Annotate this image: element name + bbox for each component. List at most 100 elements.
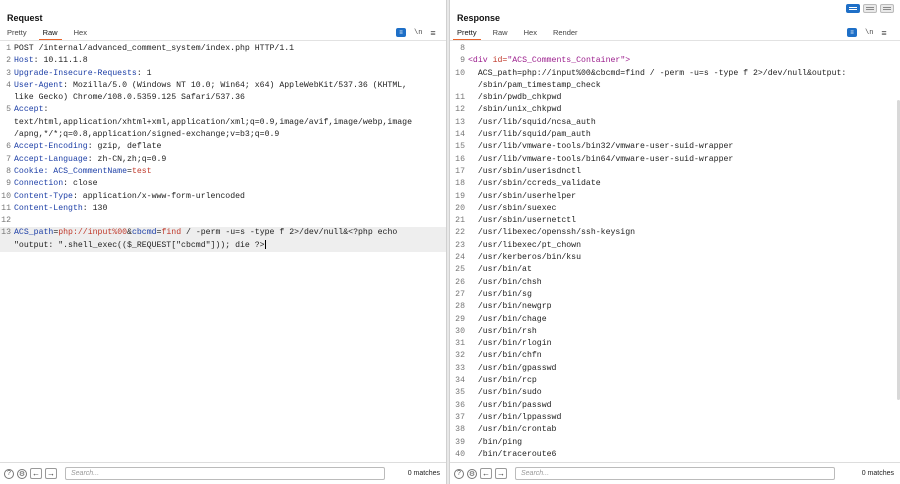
- code-text: /usr/libexec/openssh/ssh-keysign: [468, 227, 635, 239]
- line-number: 40: [455, 449, 465, 459]
- code-token: "ACS_Comments_Container": [507, 56, 626, 66]
- code-token: / -perm -u=s -type f 2>/dev/null&<?php e…: [181, 228, 398, 238]
- response-editor[interactable]: 8 9 <div id="ACS_Comments_Container"> 10 AC…: [454, 43, 900, 461]
- code-token: : gzip, deflate: [87, 142, 162, 152]
- code-token: /sbin/pwdb_chkpwd: [468, 93, 562, 103]
- line-number: 32: [455, 351, 465, 361]
- line-number: 2: [6, 56, 11, 66]
- code-text: /usr/lib/vmware-tools/bin64/vmware-user-…: [468, 154, 734, 166]
- code-line: 18 /usr/sbin/ccreds_validate: [454, 178, 900, 190]
- layout-tabs-icon[interactable]: [880, 4, 894, 13]
- line-number: 24: [455, 253, 465, 263]
- code-line: 19 /usr/sbin/userhelper: [454, 191, 900, 203]
- code-text: User-Agent: Mozilla/5.0 (Windows NT 10.0…: [14, 80, 407, 92]
- help-icon[interactable]: ?: [454, 468, 464, 479]
- line-number: 35: [455, 388, 465, 398]
- code-text: Accept:: [14, 104, 48, 116]
- code-token: /apng,*/*;q=0.8,application/signed-excha…: [14, 130, 280, 140]
- code-line: 23 /usr/libexec/pt_chown: [454, 240, 900, 252]
- code-line: 39 /bin/ping: [454, 437, 900, 449]
- line-number: 14: [455, 130, 465, 140]
- request-newline-toggle[interactable]: \n: [414, 29, 422, 37]
- request-editor[interactable]: 1 POST /internal/advanced_comment_system/…: [0, 43, 446, 253]
- line-number: 17: [455, 166, 465, 176]
- code-text: <div id="ACS_Comments_Container">: [468, 55, 630, 67]
- help-icon[interactable]: ?: [4, 468, 14, 479]
- prev-match-icon[interactable]: ←: [480, 468, 492, 479]
- code-token: /usr/sbin/ccreds_validate: [468, 179, 601, 189]
- code-text: /sbin/pwdb_chkpwd: [468, 92, 562, 104]
- code-token: Accept-Encoding: [14, 142, 88, 152]
- response-menu-icon[interactable]: ≡: [881, 28, 886, 37]
- code-text: /usr/bin/rsh: [468, 326, 537, 338]
- response-wrap-toggle-icon[interactable]: ≡: [847, 28, 857, 37]
- line-number: 34: [455, 376, 465, 386]
- code-text: /usr/sbin/suexec: [468, 203, 557, 215]
- code-line: like Gecko) Chrome/108.0.5359.125 Safari…: [0, 92, 446, 104]
- line-number: 12: [1, 216, 11, 226]
- request-wrap-toggle-icon[interactable]: ≡: [396, 28, 406, 37]
- request-title: Request: [7, 13, 43, 23]
- code-line: 29 /usr/bin/chage: [454, 314, 900, 326]
- code-line: 28 /usr/bin/newgrp: [454, 301, 900, 313]
- code-line: 24 /usr/kerberos/bin/ksu: [454, 252, 900, 264]
- line-number: 18: [455, 179, 465, 189]
- line-number: 12: [455, 105, 465, 115]
- line-number: [454, 80, 468, 92]
- settings-gear-icon[interactable]: ⚙: [467, 468, 477, 479]
- layout-stacked-icon[interactable]: [863, 4, 877, 13]
- code-token: : Mozilla/5.0 (Windows NT 10.0; Win64; x…: [63, 80, 408, 90]
- code-line: 4 User-Agent: Mozilla/5.0 (Windows NT 10.…: [0, 80, 446, 92]
- layout-side-by-side-icon[interactable]: [846, 4, 860, 13]
- code-line: 20 /usr/sbin/suexec: [454, 203, 900, 215]
- line-number: 10: [455, 68, 465, 78]
- code-text: /usr/sbin/userisdnctl: [468, 166, 581, 178]
- code-text: Content-Type: application/x-www-form-url…: [14, 191, 245, 203]
- code-token: text/html,application/xhtml+xml,applicat…: [14, 117, 412, 127]
- code-line: 22 /usr/libexec/openssh/ssh-keysign: [454, 227, 900, 239]
- line-number: 26: [455, 277, 465, 287]
- request-search-input[interactable]: Search...: [65, 467, 385, 480]
- request-menu-icon[interactable]: ≡: [430, 28, 435, 37]
- line-number: 13: [455, 117, 465, 127]
- next-match-icon[interactable]: →: [495, 468, 507, 479]
- code-line: 31 /usr/bin/rlogin: [454, 338, 900, 350]
- code-line: 21 /usr/sbin/usernetctl: [454, 215, 900, 227]
- code-token: /usr/bin/gpasswd: [468, 363, 557, 373]
- code-line: 37 /usr/bin/lppasswd: [454, 412, 900, 424]
- line-number: 8: [6, 166, 11, 176]
- line-number: 37: [455, 412, 465, 422]
- line-number: 4: [6, 80, 11, 90]
- code-token: /usr/sbin/userisdnctl: [468, 166, 582, 176]
- code-line: 36 /usr/bin/passwd: [454, 400, 900, 412]
- response-tabs-divider: [450, 40, 900, 41]
- code-token: Content-Length: [14, 203, 83, 213]
- code-token: : application/x-www-form-urlencoded: [72, 191, 245, 201]
- settings-gear-icon[interactable]: ⚙: [17, 468, 27, 479]
- code-token: /usr/bin/lppasswd: [468, 412, 562, 422]
- response-newline-toggle[interactable]: \n: [865, 29, 873, 37]
- code-line: 14 /usr/lib/squid/pam_auth: [454, 129, 900, 141]
- code-line: 12: [0, 215, 446, 227]
- code-text: /usr/sbin/userhelper: [468, 191, 576, 203]
- code-token: : ACS_CommentName: [43, 166, 128, 176]
- code-token: /usr/lib/vmware-tools/bin64/vmware-user-…: [468, 154, 734, 164]
- next-match-icon[interactable]: →: [45, 468, 57, 479]
- code-text: /usr/bin/chsh: [468, 277, 542, 289]
- line-number: 38: [455, 425, 465, 435]
- prev-match-icon[interactable]: ←: [30, 468, 42, 479]
- code-token: POST /internal/advanced_comment_system/i…: [14, 44, 295, 53]
- code-token: /usr/bin/chage: [468, 314, 547, 324]
- code-token: /usr/sbin/usernetctl: [468, 216, 577, 226]
- code-text: /usr/libexec/pt_chown: [468, 240, 581, 252]
- response-search-input[interactable]: Search...: [515, 467, 835, 480]
- code-token: /usr/bin/rlogin: [468, 339, 552, 349]
- code-token: /usr/bin/chfn: [468, 351, 542, 361]
- line-number: 28: [455, 302, 465, 312]
- code-token: /usr/bin/chsh: [468, 277, 542, 287]
- code-line: 9 Connection: close: [0, 178, 446, 190]
- response-title: Response: [457, 13, 501, 23]
- code-line: 32 /usr/bin/chfn: [454, 350, 900, 362]
- code-text: /bin/traceroute6: [468, 449, 557, 461]
- line-number: 30: [455, 326, 465, 336]
